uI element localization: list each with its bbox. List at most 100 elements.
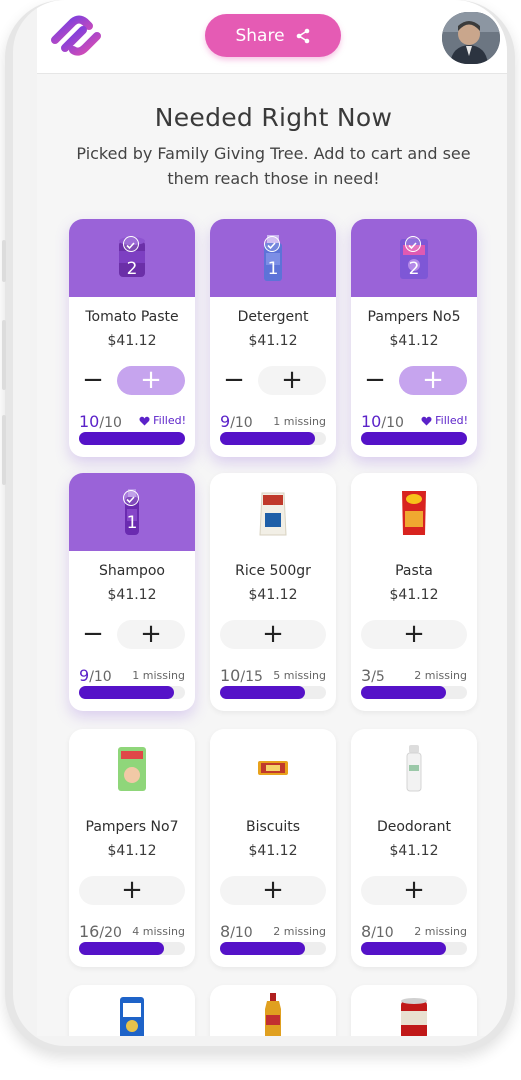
app-logo-icon[interactable] xyxy=(49,14,105,56)
filled-badge: Filled! xyxy=(421,414,468,427)
increase-button[interactable]: + xyxy=(117,620,185,649)
progress-bar xyxy=(361,686,467,699)
progress-fill xyxy=(79,942,164,955)
add-button[interactable]: + xyxy=(361,876,467,905)
have-count: 16 xyxy=(79,922,100,941)
need-count: /10 xyxy=(89,669,112,685)
progress-fill xyxy=(79,686,174,699)
share-icon xyxy=(296,28,309,43)
product-price: $41.12 xyxy=(107,843,157,859)
cart-quantity: 2 xyxy=(126,259,138,279)
progress-fill xyxy=(220,432,315,445)
progress-count: 8/10 xyxy=(361,922,394,941)
have-count: 8 xyxy=(220,922,231,941)
decrease-button[interactable]: − xyxy=(81,621,105,647)
have-count: 10 xyxy=(79,412,100,431)
volume-button xyxy=(2,415,6,485)
need-count: /15 xyxy=(240,669,263,685)
product-name: Shampoo xyxy=(99,563,165,579)
progress-bar xyxy=(220,686,326,699)
filled-label: Filled! xyxy=(153,414,186,427)
progress-count: 10/15 xyxy=(220,666,263,685)
progress-count: 9/10 xyxy=(79,666,112,685)
progress-fill xyxy=(361,686,446,699)
product-card[interactable]: 1 Detergent $41.12 − +9/10 1 missing xyxy=(210,219,336,457)
volume-button xyxy=(2,240,6,282)
cart-quantity: 2 xyxy=(408,259,420,279)
increase-button[interactable]: + xyxy=(258,366,326,395)
product-card[interactable]: 2 Tomato Paste $41.12 − +10/10 Filled! xyxy=(69,219,195,457)
top-bar: Share xyxy=(37,0,507,74)
share-button[interactable]: Share xyxy=(205,14,341,57)
add-button[interactable]: + xyxy=(79,876,185,905)
product-image-area xyxy=(210,473,336,551)
check-icon xyxy=(405,236,421,252)
have-count: 9 xyxy=(220,412,231,431)
add-button[interactable]: + xyxy=(220,876,326,905)
product-name: Rice 500gr xyxy=(235,563,311,579)
product-price: $41.12 xyxy=(389,843,439,859)
product-card[interactable]: 2 Pampers No5 $41.12 − +10/10 Filled! xyxy=(351,219,477,457)
product-image-area: 2 xyxy=(69,219,195,297)
product-card[interactable]: Biscuits $41.12 +8/10 2 missing xyxy=(210,729,336,967)
progress-fill xyxy=(220,942,305,955)
have-count: 10 xyxy=(361,412,382,431)
product-image-area xyxy=(351,729,477,807)
product-price: $41.12 xyxy=(389,587,439,603)
app-screen: Share Needed Right Now Picked by Family … xyxy=(37,0,507,1036)
user-avatar[interactable] xyxy=(442,12,500,64)
progress-count: 10/10 xyxy=(361,412,404,431)
progress-fill xyxy=(361,942,446,955)
product-card[interactable]: 1 Shampoo $41.12 − +9/10 1 missing xyxy=(69,473,195,711)
biscuit-pack-icon xyxy=(258,761,288,775)
decrease-button[interactable]: − xyxy=(363,367,387,393)
need-count: /10 xyxy=(99,415,122,431)
progress-bar xyxy=(361,432,467,445)
product-card[interactable]: Pasta $41.12 +3/5 2 missing xyxy=(351,473,477,711)
phone-bezel: Share Needed Right Now Picked by Family … xyxy=(13,0,507,1046)
progress-bar xyxy=(220,432,326,445)
cart-quantity: 1 xyxy=(126,513,138,533)
missing-label: 2 missing xyxy=(273,925,326,938)
need-count: /10 xyxy=(381,415,404,431)
filled-label: Filled! xyxy=(435,414,468,427)
need-count: /10 xyxy=(230,415,253,431)
progress-count: 9/10 xyxy=(220,412,253,431)
pasta-pack-icon xyxy=(402,491,426,535)
product-name: Pampers No5 xyxy=(367,309,461,325)
progress-bar xyxy=(79,686,185,699)
product-card[interactable]: Deodorant $41.12 +8/10 2 missing xyxy=(351,729,477,967)
progress-count: 16/20 xyxy=(79,922,122,941)
product-card[interactable] xyxy=(69,985,195,1036)
decrease-button[interactable]: − xyxy=(81,367,105,393)
progress-bar xyxy=(220,942,326,955)
product-card[interactable] xyxy=(351,985,477,1036)
progress-fill xyxy=(220,686,305,699)
product-card[interactable] xyxy=(210,985,336,1036)
increase-button[interactable]: + xyxy=(117,366,185,395)
missing-label: 1 missing xyxy=(132,669,185,682)
check-icon xyxy=(264,236,280,252)
product-price: $41.12 xyxy=(248,333,298,349)
product-name: Detergent xyxy=(237,309,309,325)
product-card[interactable]: Pampers No7 $41.12 +16/20 4 missing xyxy=(69,729,195,967)
page-title: Needed Right Now xyxy=(154,103,393,132)
increase-button[interactable]: + xyxy=(399,366,467,395)
product-image-area xyxy=(210,729,336,807)
product-name: Tomato Paste xyxy=(85,309,179,325)
have-count: 10 xyxy=(220,666,241,685)
share-label: Share xyxy=(235,25,285,46)
decrease-button[interactable]: − xyxy=(222,367,246,393)
product-price: $41.12 xyxy=(107,587,157,603)
add-button[interactable]: + xyxy=(361,620,467,649)
need-count: /10 xyxy=(230,925,253,941)
tomato-can-icon xyxy=(401,998,427,1036)
product-price: $41.12 xyxy=(248,843,298,859)
product-card[interactable]: Rice 500gr $41.12 +10/15 5 missing xyxy=(210,473,336,711)
missing-label: 2 missing xyxy=(414,925,467,938)
add-button[interactable]: + xyxy=(220,620,326,649)
rice-bag-icon xyxy=(259,492,287,536)
progress-count: 3/5 xyxy=(361,666,385,685)
filled-badge: Filled! xyxy=(139,414,186,427)
deodorant-can-icon xyxy=(406,745,422,792)
